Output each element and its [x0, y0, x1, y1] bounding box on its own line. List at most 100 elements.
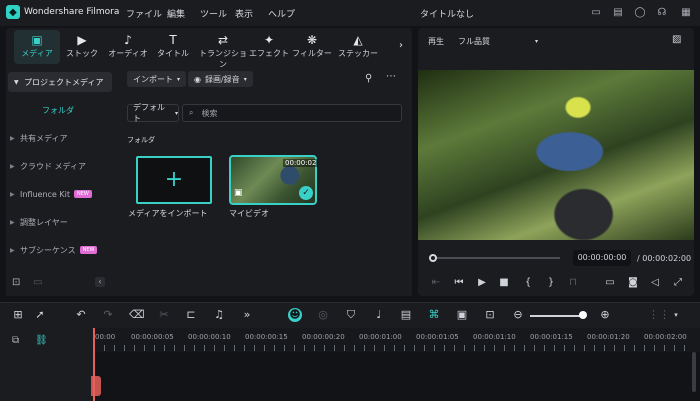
clip-duration: 00:00:02	[283, 159, 319, 167]
quality-dropdown[interactable]: フル品質 ▾	[458, 33, 538, 49]
sidebar-item-subsequence[interactable]: ▶ サブシーケンス NEW	[10, 240, 110, 260]
sidebar-item-influence-kit[interactable]: ▶ Influence Kit NEW	[10, 184, 110, 204]
cut-icon[interactable]: ✂	[157, 308, 171, 322]
import-button[interactable]: インポート ▾	[127, 71, 187, 87]
sidebar-item-cloud-media[interactable]: ▶ クラウド メディア	[10, 156, 110, 176]
zoom-slider-track[interactable]	[530, 315, 584, 317]
grid-icon[interactable]: ▦	[679, 6, 693, 20]
media-sidebar	[6, 68, 116, 296]
tab-effect[interactable]: ✦ エフェクト	[247, 32, 291, 59]
add-track-icon[interactable]: ⧉	[12, 335, 19, 346]
record-button[interactable]: ◉ 録画/録音 ▾	[188, 71, 253, 87]
menu-tools[interactable]: ツール	[200, 7, 227, 20]
tab-audio-label: オーディオ	[108, 49, 148, 58]
chevron-right-icon[interactable]: ›	[399, 40, 403, 51]
chevron-down-icon[interactable]: ▾	[669, 308, 683, 322]
render-icon[interactable]: ◎	[316, 308, 330, 322]
ruler-label: 00:00:01:15	[530, 333, 573, 341]
camera-icon[interactable]: ◙	[627, 277, 639, 289]
snap-icon[interactable]: ⌘	[427, 308, 441, 322]
sidebar-item-label: サブシーケンス	[20, 245, 76, 255]
undo-icon[interactable]: ↶	[74, 308, 88, 322]
menu-file[interactable]: ファイル	[126, 7, 162, 20]
zoom-slider-handle[interactable]	[579, 311, 587, 319]
select-tool-icon[interactable]: ➚	[33, 308, 47, 322]
more-options-icon[interactable]: ⋯	[386, 71, 396, 82]
text-icon: T	[169, 33, 177, 47]
link-icon[interactable]: ⛓	[35, 335, 48, 346]
audio-edit-icon[interactable]: ♫	[212, 308, 226, 322]
tab-media[interactable]: ▣ メディア	[15, 32, 59, 59]
fullscreen-icon[interactable]: ⤢	[672, 277, 684, 289]
caret-right-icon: ▶	[10, 162, 15, 170]
tab-sticker[interactable]: ◭ ステッカー	[336, 32, 380, 59]
sidebar-folder[interactable]: フォルダ	[42, 105, 74, 116]
more-tools-icon[interactable]: »	[240, 308, 254, 322]
menu-view[interactable]: 表示	[235, 7, 253, 20]
new-folder-icon[interactable]: ⊡	[12, 277, 20, 288]
sidebar-item-shared-media[interactable]: ▶ 共有メディア	[10, 128, 110, 148]
volume-icon[interactable]: ◁	[649, 277, 661, 289]
record-button-label: 録画/録音	[204, 74, 240, 84]
tab-filter[interactable]: ❋ フィルター	[290, 32, 334, 59]
marker-icon[interactable]: ⊓	[567, 277, 579, 289]
ruler-ticks	[94, 345, 694, 351]
tab-stock[interactable]: ▶ ストック	[60, 32, 104, 59]
delete-icon[interactable]: ⌫	[129, 308, 145, 322]
snapshot-image-icon[interactable]: ▨	[672, 34, 681, 45]
ai-assistant-icon[interactable]: ☻	[288, 308, 302, 322]
tab-title[interactable]: T タイトル	[151, 32, 195, 59]
record-icon: ◉	[194, 74, 201, 84]
mark-in-icon[interactable]: {	[522, 277, 534, 289]
microphone-icon[interactable]: ♩	[372, 308, 386, 322]
ruler-label: 00:00:00:05	[131, 333, 174, 341]
monitor-icon[interactable]: ▭	[589, 6, 603, 20]
preview-scrubber-track[interactable]	[432, 257, 560, 259]
filter-list-icon[interactable]: ⚲	[365, 73, 372, 84]
filmora-logo-icon: ◆	[6, 5, 20, 19]
caret-right-icon: ▶	[10, 246, 15, 254]
caret-right-icon: ▶	[10, 134, 15, 142]
preview-scrubber-handle[interactable]	[429, 254, 437, 262]
zoom-out-icon[interactable]: ⊖	[511, 308, 525, 322]
app-name: Wondershare Filmora	[24, 7, 120, 17]
sidebar-item-label: プロジェクトメディア	[24, 77, 104, 87]
mark-out-icon[interactable]: }	[545, 277, 557, 289]
search-input[interactable]: ⌕ 検索	[182, 104, 402, 122]
tab-transition[interactable]: ⇄ トランジション	[197, 32, 249, 70]
current-time[interactable]: 00:00:00:00	[573, 250, 631, 266]
sort-dropdown[interactable]: デフォルト ▾	[127, 103, 179, 123]
play-icon[interactable]: ▶	[476, 277, 488, 289]
timeline-menu-icon[interactable]: ⋮⋮	[648, 308, 670, 322]
sidebar-item-project-media[interactable]: ▼ プロジェクトメディア	[8, 72, 112, 92]
save-icon[interactable]: ▤	[611, 6, 625, 20]
sidebar-item-adjustment-layer[interactable]: ▶ 調整レイヤー	[10, 212, 110, 232]
step-back-icon[interactable]: ⏮	[453, 277, 465, 289]
chevron-down-icon: ▾	[177, 75, 181, 83]
user-icon[interactable]: ◯	[633, 6, 647, 20]
display-icon[interactable]: ▭	[604, 277, 616, 289]
ruler-label: 00:00:00:20	[302, 333, 345, 341]
timeline-scrollbar[interactable]	[692, 352, 696, 392]
stock-icon: ▶	[77, 33, 87, 47]
stop-icon[interactable]: ■	[498, 277, 510, 289]
redo-icon[interactable]: ↷	[101, 308, 115, 322]
playhead-handle[interactable]	[91, 376, 101, 396]
layout-grid-icon[interactable]: ⊞	[11, 308, 25, 322]
headset-icon[interactable]: ☊	[655, 6, 669, 20]
auto-ripple-icon[interactable]: ▣	[455, 308, 469, 322]
zoom-in-icon[interactable]: ⊕	[598, 308, 612, 322]
folder-icon[interactable]: ▭	[33, 277, 42, 288]
import-media-label: メディアをインポート	[128, 209, 208, 218]
voiceover-icon[interactable]: ▤	[399, 308, 413, 322]
previous-frame-icon[interactable]: ⇤	[430, 277, 442, 289]
tab-audio[interactable]: ♪ オーディオ	[106, 32, 150, 59]
pip-icon[interactable]: ⊡	[483, 308, 497, 322]
import-media-tile[interactable]: +	[136, 156, 212, 204]
shield-icon[interactable]: ⛉	[344, 308, 358, 322]
crop-icon[interactable]: ⊏	[184, 308, 198, 322]
menu-edit[interactable]: 編集	[167, 7, 185, 20]
collapse-sidebar-icon[interactable]: ‹	[95, 277, 105, 287]
menu-help[interactable]: ヘルプ	[268, 7, 295, 20]
sort-dropdown-label: デフォルト	[133, 103, 165, 123]
